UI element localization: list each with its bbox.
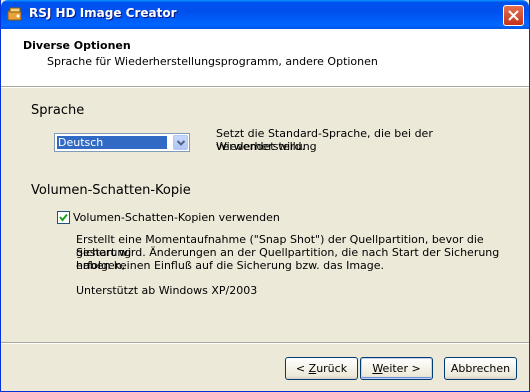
- footer-divider: [1, 342, 529, 344]
- wizard-window: RSJ HD Image Creator Diverse Optionen Sp…: [0, 0, 530, 392]
- language-heading: Sprache: [31, 103, 85, 118]
- vss-checkbox-label[interactable]: Volumen-Schatten-Kopien verwenden: [73, 211, 280, 224]
- chevron-down-icon: [177, 140, 185, 146]
- back-button[interactable]: < Zurück: [285, 357, 358, 380]
- vss-support-note: Unterstützt ab Windows XP/2003: [76, 284, 258, 297]
- next-button-mnemonic: W: [372, 362, 383, 375]
- language-select[interactable]: Deutsch: [54, 133, 190, 152]
- vss-heading: Volumen-Schatten-Kopie: [31, 183, 191, 198]
- title-bar[interactable]: RSJ HD Image Creator: [1, 0, 529, 29]
- language-selected-value: Deutsch: [57, 136, 167, 149]
- page-title: Diverse Optionen: [23, 39, 131, 52]
- page-subtitle: Sprache für Wiederherstellungsprogramm, …: [47, 55, 378, 68]
- close-icon: [508, 10, 519, 21]
- header-divider: [1, 87, 529, 88]
- vss-checkbox[interactable]: [57, 211, 70, 224]
- cancel-button[interactable]: Abbrechen: [444, 357, 517, 380]
- checkmark-icon: [59, 213, 68, 222]
- next-button[interactable]: Weiter >: [360, 357, 433, 380]
- next-button-rest: eiter >: [382, 362, 421, 375]
- back-button-rest: urück: [316, 362, 348, 375]
- wizard-header: Diverse Optionen Sprache für Wiederherst…: [1, 29, 529, 87]
- vss-description-line3: haben keinen Einfluß auf die Sicherung b…: [76, 259, 385, 272]
- back-button-prefix: <: [295, 362, 309, 375]
- close-button[interactable]: [503, 5, 524, 26]
- dropdown-button[interactable]: [173, 135, 188, 150]
- window-title: RSJ HD Image Creator: [29, 6, 177, 20]
- language-description-line2: verwendet wird.: [216, 140, 305, 153]
- app-icon: [7, 7, 22, 21]
